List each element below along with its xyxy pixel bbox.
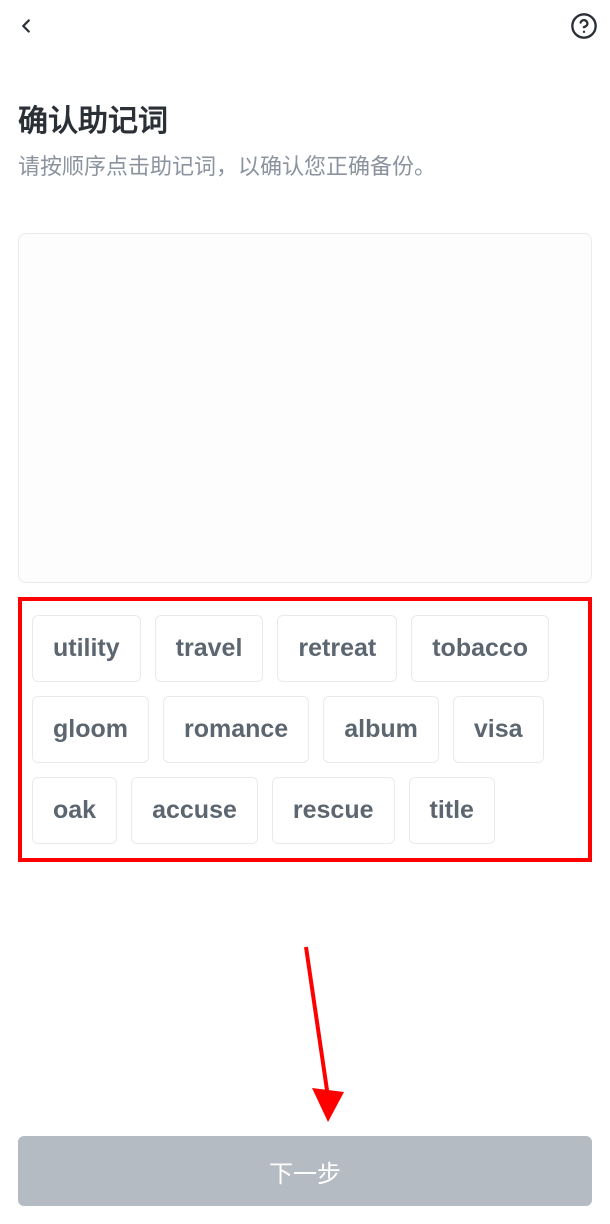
- mnemonic-words-container: utility travel retreat tobacco gloom rom…: [18, 597, 592, 862]
- mnemonic-word-chip[interactable]: utility: [32, 615, 141, 682]
- page-title: 确认助记词: [18, 96, 592, 140]
- mnemonic-word-chip[interactable]: travel: [155, 615, 264, 682]
- mnemonic-word-chip[interactable]: rescue: [272, 777, 395, 844]
- mnemonic-word-chip[interactable]: tobacco: [411, 615, 549, 682]
- content-area: 确认助记词 请按顺序点击助记词，以确认您正确备份。 utility travel…: [0, 52, 610, 862]
- mnemonic-word-chip[interactable]: visa: [453, 696, 544, 763]
- selected-words-area[interactable]: [18, 233, 592, 583]
- chevron-left-icon: [15, 15, 37, 37]
- mnemonic-word-chip[interactable]: accuse: [131, 777, 258, 844]
- arrow-annotation-icon: [296, 942, 356, 1132]
- mnemonic-word-chip[interactable]: retreat: [277, 615, 397, 682]
- mnemonic-word-chip[interactable]: title: [409, 777, 495, 844]
- mnemonic-word-chip[interactable]: oak: [32, 777, 117, 844]
- page-subtitle: 请按顺序点击助记词，以确认您正确备份。: [18, 150, 592, 183]
- help-button[interactable]: [566, 8, 602, 44]
- back-button[interactable]: [8, 8, 44, 44]
- question-circle-icon: [570, 12, 598, 40]
- mnemonic-word-chip[interactable]: album: [323, 696, 439, 763]
- header: [0, 0, 610, 52]
- mnemonic-word-chip[interactable]: gloom: [32, 696, 149, 763]
- next-button[interactable]: 下一步: [18, 1136, 592, 1206]
- mnemonic-word-chip[interactable]: romance: [163, 696, 309, 763]
